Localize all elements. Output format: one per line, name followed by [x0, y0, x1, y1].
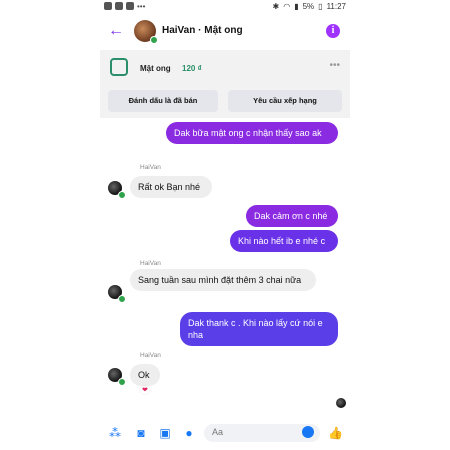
notification-icons: •••	[104, 2, 146, 11]
battery-percent: 5%	[302, 2, 315, 11]
message-incoming: Ok	[130, 364, 160, 386]
message-input[interactable]: Aa	[204, 424, 320, 442]
apps-grid-icon[interactable]: ⁂	[108, 426, 122, 440]
input-placeholder: Aa	[212, 427, 224, 437]
emoji-icon[interactable]	[302, 426, 314, 438]
sender-name: HaiVan	[140, 352, 161, 359]
product-name: Mật ong	[140, 64, 171, 73]
message-incoming: Sang tuần sau mình đặt thêm 3 chai nữa	[130, 269, 316, 291]
microphone-icon[interactable]: ●	[182, 426, 196, 440]
image-icon[interactable]: ▣	[158, 426, 172, 440]
product-price: 120 ₫	[182, 64, 202, 73]
online-indicator	[118, 191, 126, 199]
chat-title[interactable]: HaiVan · Mật ong	[162, 25, 243, 36]
online-indicator	[118, 378, 126, 386]
shop-icon	[110, 58, 128, 76]
bluetooth-icon: ✱	[272, 2, 280, 11]
messenger-icon	[115, 2, 123, 10]
mark-sold-button[interactable]: Đánh dấu là đã bán	[108, 90, 218, 112]
message-outgoing: Dak bữa mật ong c nhận thấy sao ak	[166, 122, 338, 144]
composer: ⁂ ◙ ▣ ● Aa 👍	[100, 420, 350, 448]
gallery-icon	[126, 2, 134, 10]
camera-icon[interactable]: ◙	[134, 426, 148, 440]
wifi-icon: ◠	[283, 2, 291, 11]
request-review-button[interactable]: Yêu cầu xếp hạng	[228, 90, 342, 112]
signal-icon: ▮	[294, 2, 299, 11]
info-icon[interactable]: i	[326, 24, 340, 38]
chat-header: ← HaiVan · Mật ong i	[100, 14, 350, 50]
message-outgoing: Dak cảm ơn c nhé	[246, 205, 338, 227]
clock: 11:27	[326, 2, 346, 11]
online-indicator	[118, 295, 126, 303]
message-outgoing: Khi nào hết ib e nhé c	[230, 230, 338, 252]
facebook-icon	[104, 2, 112, 10]
sender-name: HaiVan	[140, 164, 161, 171]
message-outgoing: Dak thank c . Khi nào lấy cứ nói e nha	[180, 312, 338, 346]
heart-reaction-icon[interactable]: ❤	[140, 386, 150, 394]
product-actions: Đánh dấu là đã bán Yêu cầu xếp hạng	[100, 86, 350, 118]
back-arrow-icon[interactable]: ←	[108, 22, 126, 40]
message-incoming: Rất ok Bạn nhé	[130, 176, 212, 198]
more-dots-icon: •••	[137, 2, 146, 11]
thumbs-up-icon[interactable]: 👍	[328, 426, 343, 440]
battery-icon: ▯	[318, 2, 323, 11]
online-indicator	[150, 36, 158, 44]
product-bar[interactable]: Mật ong 120 ₫ •••	[100, 50, 350, 86]
sender-name: HaiVan	[140, 260, 161, 267]
more-options-icon[interactable]: •••	[329, 60, 340, 71]
seen-avatar	[336, 398, 346, 408]
status-bar: ••• ✱ ◠ ▮ 5% ▯ 11:27	[100, 0, 350, 14]
status-right: ✱ ◠ ▮ 5% ▯ 11:27	[273, 2, 347, 11]
messenger-screen: ••• ✱ ◠ ▮ 5% ▯ 11:27 ← HaiVan · Mật ong …	[100, 0, 350, 450]
